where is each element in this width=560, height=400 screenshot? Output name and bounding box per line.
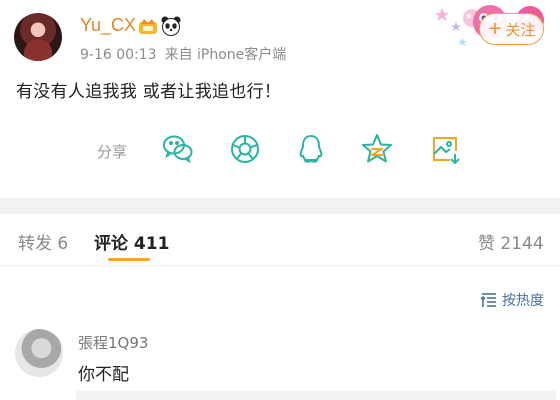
post-source: 来自 iPhone客户端 <box>164 47 287 63</box>
follow-label: 关注 <box>505 20 536 39</box>
comment-item: 張程1Q93 你不配 <box>0 325 560 400</box>
section-divider <box>0 198 560 214</box>
tab-repost[interactable]: 转发 6 <box>18 229 68 254</box>
wechat-icon[interactable] <box>161 132 195 166</box>
avatar-figure <box>24 39 52 61</box>
comment-avatar[interactable] <box>15 329 63 377</box>
tab-comments[interactable]: 评论 411 <box>94 229 169 254</box>
avatar[interactable] <box>14 13 62 61</box>
share-label: 分享 <box>97 143 128 161</box>
reply-preview-area[interactable] <box>76 391 556 400</box>
vip-crown-icon <box>139 19 157 34</box>
post-timestamp: 9-16 00:13 <box>80 47 157 63</box>
follow-button[interactable]: + 关注 <box>479 13 544 45</box>
post-meta: 9-16 00:13 来自 iPhone客户端 <box>80 44 286 64</box>
qq-icon[interactable] <box>294 132 328 166</box>
tab-bar: 转发 6 评论 411 赞 2144 <box>0 214 560 266</box>
sort-toggle[interactable]: 按热度 <box>480 290 544 310</box>
active-tab-indicator <box>108 258 150 261</box>
post-header: Yu_CX 9-16 00:13 来自 iPhone客户端 + 关注 <box>0 0 560 70</box>
qzone-star-icon[interactable] <box>360 132 394 166</box>
comment-author[interactable]: 張程1Q93 <box>78 332 148 353</box>
moments-icon[interactable] <box>228 132 262 166</box>
sort-icon <box>480 293 496 307</box>
save-image-icon[interactable] <box>428 132 462 166</box>
comment-text: 你不配 <box>78 365 129 385</box>
username[interactable]: Yu_CX <box>80 15 136 36</box>
sort-label: 按热度 <box>502 293 544 309</box>
share-row: 分享 <box>0 128 560 172</box>
panda-badge-icon <box>161 16 181 36</box>
tab-likes[interactable]: 赞 2144 <box>478 229 544 254</box>
plus-icon: + <box>487 18 503 39</box>
post-text: 有没有人追我我 或者让我追也行！ <box>16 82 282 102</box>
